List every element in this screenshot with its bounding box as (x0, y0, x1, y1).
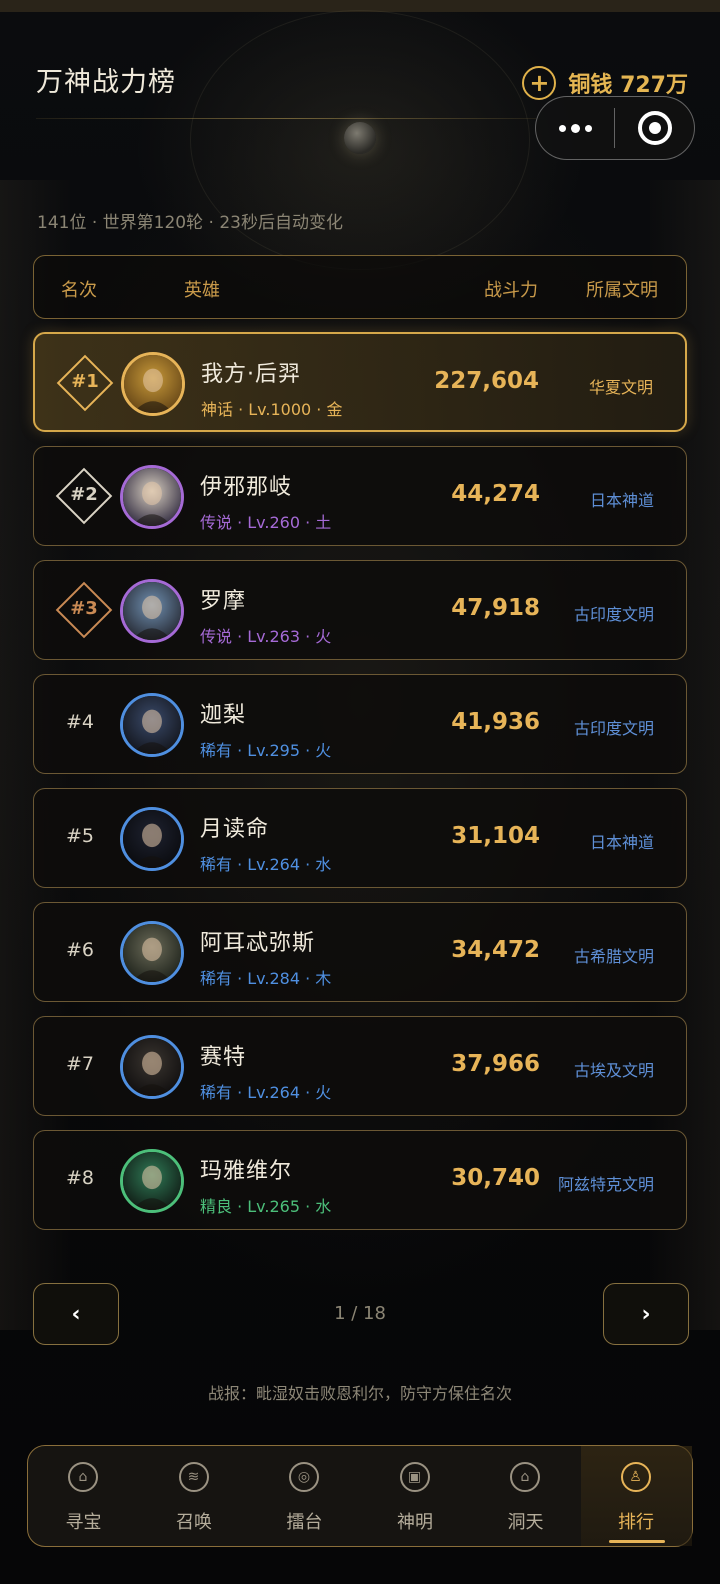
combat-power: 30,740 (451, 1165, 540, 1191)
miniprogram-capsule (535, 96, 695, 160)
civilization: 古印度文明 (573, 719, 654, 738)
combat-power: 37,966 (451, 1051, 540, 1077)
next-page-button[interactable]: › (603, 1283, 689, 1345)
hero-avatar (121, 352, 185, 416)
header-civilization: 所属文明 (586, 280, 658, 301)
rank-badge: #2 (55, 467, 113, 525)
civilization: 古希腊文明 (573, 947, 654, 966)
hero-meta: 稀有 · Lv.284 · 木 (200, 969, 332, 988)
ranking-row[interactable]: #5 月读命 稀有 · Lv.264 · 水 31,104 日本神道 (33, 788, 687, 888)
ranking-row[interactable]: #3 罗摩 传说 · Lv.263 · 火 47,918 古印度文明 (33, 560, 687, 660)
tab-label: 擂台 (286, 1512, 323, 1533)
rank-label: #8 (66, 1167, 95, 1189)
ranking-row[interactable]: #4 迦梨 稀有 · Lv.295 · 火 41,936 古印度文明 (33, 674, 687, 774)
civilization: 阿兹特克文明 (557, 1175, 654, 1194)
hero-name: 罗摩 (200, 589, 247, 614)
hero-avatar (120, 465, 184, 529)
header-hero: 英雄 (184, 280, 220, 301)
combat-power: 47,918 (451, 595, 540, 621)
ranking-row[interactable]: #2 伊邪那岐 传说 · Lv.260 · 土 44,274 日本神道 (33, 446, 687, 546)
hero-meta: 传说 · Lv.263 · 火 (200, 627, 332, 646)
hero-meta: 传说 · Lv.260 · 土 (200, 513, 332, 532)
plus-circle-icon[interactable]: + (522, 66, 557, 100)
tab-realm[interactable]: ⌂ 洞天 (470, 1446, 581, 1546)
rank-badge: #3 (55, 581, 113, 639)
combat-power: 227,604 (434, 368, 539, 394)
tab-label: 寻宝 (65, 1512, 102, 1533)
coin-label: 铜钱 727万 (568, 73, 688, 98)
rank-label: #7 (66, 1053, 95, 1075)
ranking-icon: ♙ (620, 1462, 651, 1492)
battle-report: 战报：毗湿奴击败恩利尔，防守方保住名次 (207, 1384, 512, 1403)
table-header: 名次 英雄 战斗力 所属文明 (33, 255, 687, 319)
deity-icon: ▣ (399, 1462, 430, 1492)
combat-power: 44,274 (451, 481, 540, 507)
tab-label: 神明 (397, 1512, 433, 1533)
arena-icon: ◎ (289, 1462, 319, 1492)
orb-decor (344, 122, 376, 154)
combat-power: 34,472 (451, 937, 540, 963)
rank-label: #4 (66, 711, 95, 733)
tab-label: 召唤 (176, 1512, 212, 1533)
hero-name: 迦梨 (200, 703, 247, 728)
realm-icon: ⌂ (510, 1462, 540, 1492)
hero-meta: 神话 · Lv.1000 · 金 (201, 400, 343, 419)
header-power: 战斗力 (484, 280, 538, 301)
hero-meta: 稀有 · Lv.264 · 火 (200, 1083, 332, 1102)
target-icon[interactable] (615, 111, 694, 145)
combat-power: 41,936 (451, 709, 540, 735)
hero-avatar (120, 807, 184, 871)
hero-meta: 稀有 · Lv.264 · 水 (200, 855, 332, 874)
ranking-row[interactable]: #7 赛特 稀有 · Lv.264 · 火 37,966 古埃及文明 (33, 1016, 687, 1116)
treasure-icon: ⌂ (68, 1462, 98, 1492)
ranking-row[interactable]: #6 阿耳忒弥斯 稀有 · Lv.284 · 木 34,472 古希腊文明 (33, 902, 687, 1002)
tab-label: 洞天 (507, 1512, 544, 1533)
civilization: 华夏文明 (588, 378, 653, 397)
rank-label: #5 (66, 825, 95, 847)
rank-badge: #1 (56, 354, 114, 412)
tab-deity[interactable]: ▣ 神明 (360, 1446, 471, 1546)
rank-label: #6 (66, 939, 95, 961)
tab-arena[interactable]: ◎ 擂台 (249, 1446, 360, 1546)
header-rank: 名次 (61, 280, 97, 301)
hero-avatar (120, 1149, 184, 1213)
hero-meta: 精良 · Lv.265 · 水 (200, 1197, 332, 1216)
summon-icon: ≋ (178, 1462, 209, 1492)
civilization: 古埃及文明 (573, 1061, 654, 1080)
tab-treasure[interactable]: ⌂ 寻宝 (28, 1446, 139, 1546)
hero-name: 阿耳忒弥斯 (200, 931, 316, 956)
hero-name: 我方·后羿 (201, 362, 301, 387)
tab-ranking[interactable]: ♙ 排行 (580, 1446, 692, 1546)
hero-name: 月读命 (200, 817, 270, 842)
coin-balance[interactable]: + 铜钱 727万 (522, 66, 688, 100)
civilization: 日本神道 (589, 491, 654, 510)
title-divider (36, 118, 536, 119)
hero-avatar (120, 1035, 184, 1099)
hero-avatar (120, 693, 184, 757)
ranking-row[interactable]: #8 玛雅维尔 精良 · Lv.265 · 水 30,740 阿兹特克文明 (33, 1130, 687, 1230)
page-title: 万神战力榜 (36, 67, 176, 98)
hero-avatar (120, 579, 184, 643)
bottom-tab-bar: ⌂ 寻宝 ≋ 召唤 ◎ 擂台 ▣ 神明 ⌂ 洞天 ♙ 排行 (27, 1445, 693, 1547)
active-tab-indicator (608, 1540, 665, 1543)
hero-meta: 稀有 · Lv.295 · 火 (200, 741, 332, 760)
hero-name: 玛雅维尔 (200, 1159, 293, 1184)
civilization: 古印度文明 (573, 605, 654, 624)
tab-summon[interactable]: ≋ 召唤 (139, 1446, 250, 1546)
hero-name: 伊邪那岐 (200, 475, 293, 500)
rank-status-info: 141位 · 世界第120轮 · 23秒后自动变化 (37, 213, 343, 233)
civilization: 日本神道 (589, 833, 654, 852)
more-dots-icon[interactable] (536, 97, 614, 159)
hero-avatar (120, 921, 184, 985)
ranking-row[interactable]: #1 我方·后羿 神话 · Lv.1000 · 金 227,604 华夏文明 (33, 332, 687, 432)
hero-name: 赛特 (200, 1045, 247, 1070)
tab-label: 排行 (618, 1512, 654, 1533)
combat-power: 31,104 (451, 823, 540, 849)
